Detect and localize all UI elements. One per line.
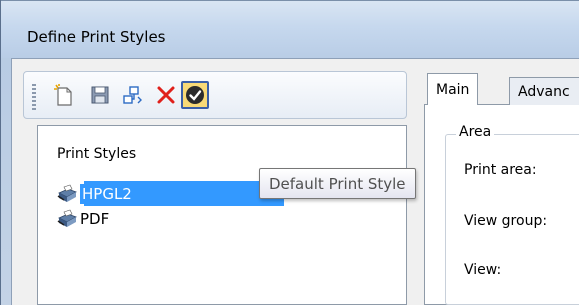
view-group-label: View group:	[464, 213, 548, 229]
printer-icon	[57, 209, 77, 227]
set-default-icon	[186, 86, 204, 104]
toolbar	[23, 71, 407, 119]
list-item-label: PDF	[80, 209, 110, 228]
default-print-style-tooltip: Default Print Style	[259, 168, 416, 199]
list-item-pdf[interactable]: PDF	[56, 206, 404, 231]
toolbar-grip[interactable]	[32, 84, 36, 110]
rename-style-button[interactable]	[118, 81, 146, 109]
rename-icon	[123, 86, 142, 104]
print-styles-panel: Print Styles HPGL2 PDF	[37, 125, 407, 305]
area-group-title: Area	[456, 124, 495, 140]
new-style-button[interactable]	[50, 81, 78, 109]
define-print-styles-window: Define Print Styles Print Styles HPGL2 P…	[0, 0, 579, 305]
list-item-label: HPGL2	[80, 183, 134, 204]
print-styles-header: Print Styles	[57, 146, 137, 162]
delete-icon	[157, 86, 175, 104]
set-default-style-button[interactable]	[181, 81, 209, 109]
tab-main[interactable]: Main	[427, 73, 479, 105]
save-style-button[interactable]	[86, 81, 114, 109]
printer-icon	[57, 184, 77, 202]
tab-advanced[interactable]: Advanc	[509, 77, 579, 105]
title-bar[interactable]: Define Print Styles	[1, 0, 579, 58]
save-icon	[91, 86, 109, 104]
window-title: Define Print Styles	[27, 28, 166, 46]
new-document-icon	[54, 84, 72, 106]
view-label: View:	[464, 262, 502, 278]
delete-style-button[interactable]	[152, 81, 180, 109]
print-area-label: Print area:	[464, 162, 537, 178]
